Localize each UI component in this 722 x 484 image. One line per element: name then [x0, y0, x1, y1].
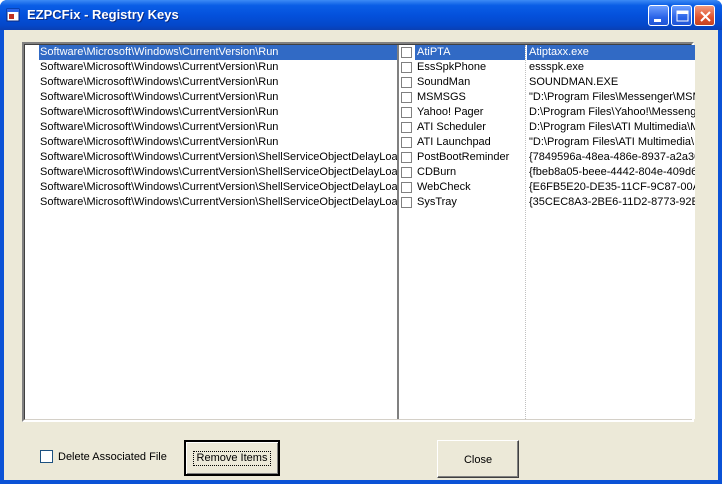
entry-checkbox[interactable] — [401, 47, 412, 58]
entry-value: essspk.exe — [529, 61, 585, 73]
app-icon — [6, 8, 20, 22]
registry-key-list[interactable]: Software\Microsoft\Windows\CurrentVersio… — [39, 45, 399, 419]
entry-name: PostBootReminder — [417, 151, 510, 163]
registry-entry-row[interactable]: SoundMan SOUNDMAN.EXE — [399, 75, 695, 90]
entry-value: {7849596a-48ea-486e-8937-a2a3009f31a9} — [529, 151, 695, 163]
list-panel: Software\Microsoft\Windows\CurrentVersio… — [22, 42, 695, 422]
remove-items-label: Remove Items — [192, 451, 272, 466]
maximize-button[interactable] — [671, 5, 692, 26]
entry-name: CDBurn — [417, 166, 457, 178]
registry-key-row[interactable]: Software\Microsoft\Windows\CurrentVersio… — [39, 195, 397, 210]
registry-key-row[interactable]: Software\Microsoft\Windows\CurrentVersio… — [39, 120, 397, 135]
close-button[interactable]: Close — [437, 440, 519, 478]
registry-key-row[interactable]: Software\Microsoft\Windows\CurrentVersio… — [39, 45, 397, 60]
delete-associated-file-label: Delete Associated File — [58, 451, 167, 463]
entry-name: WebCheck — [417, 181, 471, 193]
entry-name: SoundMan — [417, 76, 471, 88]
close-button-label: Close — [463, 454, 493, 466]
registry-entry-row[interactable]: EssSpkPhone essspk.exe — [399, 60, 695, 75]
maximize-icon — [676, 10, 689, 22]
minimize-icon — [654, 19, 661, 22]
registry-key-row[interactable]: Software\Microsoft\Windows\CurrentVersio… — [39, 105, 397, 120]
entry-checkbox[interactable] — [401, 137, 412, 148]
entry-checkbox[interactable] — [401, 107, 412, 118]
entry-checkbox[interactable] — [401, 197, 412, 208]
entry-checkbox[interactable] — [401, 152, 412, 163]
entry-value: SOUNDMAN.EXE — [529, 76, 619, 88]
remove-items-button[interactable]: Remove Items — [184, 440, 280, 476]
registry-key-row[interactable]: Software\Microsoft\Windows\CurrentVersio… — [39, 75, 397, 90]
entry-value: D:\Program Files\Yahoo!\Messenger\YPager… — [529, 106, 695, 118]
entry-name: ATI Scheduler — [417, 121, 486, 133]
registry-entry-row[interactable]: CDBurn {fbeb8a05-beee-4442-804e-409d6c451… — [399, 165, 695, 180]
registry-key-row[interactable]: Software\Microsoft\Windows\CurrentVersio… — [39, 165, 397, 180]
entry-value: Atiptaxx.exe — [527, 45, 695, 60]
registry-entry-row[interactable]: Yahoo! Pager D:\Program Files\Yahoo!\Mess… — [399, 105, 695, 120]
entry-name: AtiPTA — [415, 45, 525, 60]
delete-associated-file-checkbox[interactable] — [40, 450, 53, 463]
entry-value: {E6FB5E20-DE35-11CF-9C87-00AA005127ED} — [529, 181, 695, 193]
registry-entry-row[interactable]: ATI Launchpad "D:\Program Files\ATI Multi… — [399, 135, 695, 150]
registry-entry-row[interactable]: AtiPTA Atiptaxx.exe — [399, 45, 695, 60]
registry-key-row[interactable]: Software\Microsoft\Windows\CurrentVersio… — [39, 150, 397, 165]
registry-key-row[interactable]: Software\Microsoft\Windows\CurrentVersio… — [39, 180, 397, 195]
close-window-button[interactable] — [694, 5, 715, 26]
minimize-button[interactable] — [648, 5, 669, 26]
entry-name: EssSpkPhone — [417, 61, 487, 73]
entry-checkbox[interactable] — [401, 92, 412, 103]
entry-value: {35CEC8A3-2BE6-11D2-8773-92E220524153} — [529, 196, 695, 208]
registry-entry-row[interactable]: MSMSGS "D:\Program Files\Messenger\MSMSGS… — [399, 90, 695, 105]
entry-value: D:\Program Files\ATI Multimedia\Main\ — [529, 121, 695, 133]
registry-entry-row[interactable]: WebCheck {E6FB5E20-DE35-11CF-9C87-00AA005… — [399, 180, 695, 195]
entry-checkbox[interactable] — [401, 167, 412, 178]
entry-checkbox[interactable] — [401, 182, 412, 193]
entry-name: ATI Launchpad — [417, 136, 491, 148]
entry-value: {fbeb8a05-beee-4442-804e-409d6c4515e9} — [529, 166, 695, 178]
entry-checkbox[interactable] — [401, 122, 412, 133]
app-window: EZPCFix - Registry Keys Software\Microso… — [0, 0, 722, 484]
registry-entry-list[interactable]: AtiPTA Atiptaxx.exe EssSpkPhone essspk.exe S… — [399, 45, 695, 419]
registry-entry-row[interactable]: SysTray {35CEC8A3-2BE6-11D2-8773-92E22052… — [399, 195, 695, 210]
window-title: EZPCFix - Registry Keys — [27, 7, 179, 22]
entry-name: Yahoo! Pager — [417, 106, 484, 118]
registry-entry-row[interactable]: ATI Scheduler D:\Program Files\ATI Multim… — [399, 120, 695, 135]
entry-name: MSMSGS — [417, 91, 466, 103]
entry-value: "D:\Program Files\ATI Multimedia\Main\ — [529, 136, 695, 148]
registry-key-row[interactable]: Software\Microsoft\Windows\CurrentVersio… — [39, 60, 397, 75]
registry-key-row[interactable]: Software\Microsoft\Windows\CurrentVersio… — [39, 135, 397, 150]
title-bar[interactable]: EZPCFix - Registry Keys — [0, 0, 722, 30]
entry-checkbox[interactable] — [401, 77, 412, 88]
entry-name: SysTray — [417, 196, 457, 208]
close-icon — [700, 11, 711, 22]
dialog-client-area: Software\Microsoft\Windows\CurrentVersio… — [4, 30, 718, 480]
entry-value: "D:\Program Files\Messenger\MSMSGS.EXE" — [529, 91, 695, 103]
registry-key-row[interactable]: Software\Microsoft\Windows\CurrentVersio… — [39, 90, 397, 105]
entry-checkbox[interactable] — [401, 62, 412, 73]
registry-entry-row[interactable]: PostBootReminder {7849596a-48ea-486e-8937… — [399, 150, 695, 165]
